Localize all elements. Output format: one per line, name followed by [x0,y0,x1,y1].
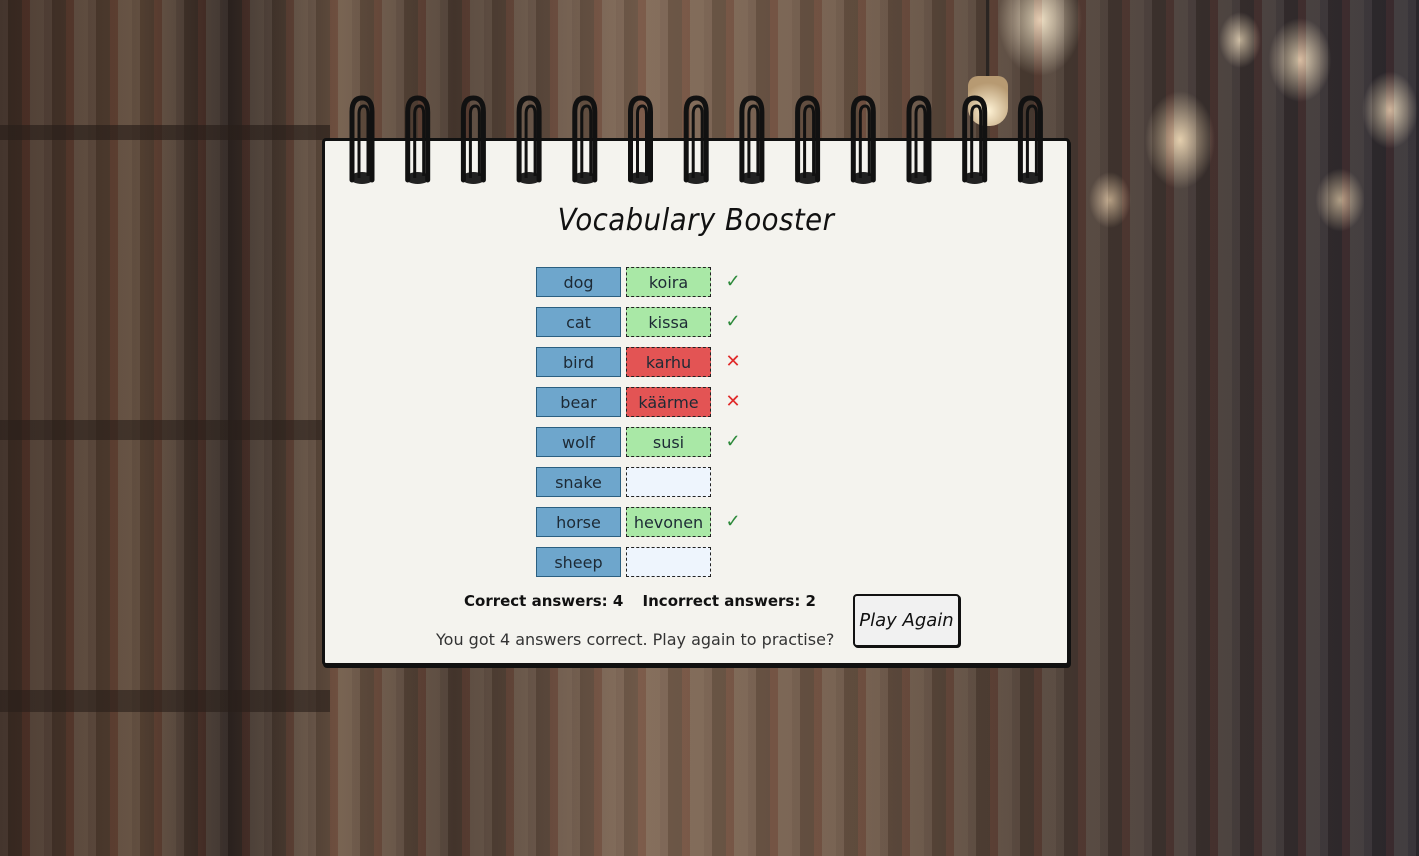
english-word[interactable]: cat [536,307,621,337]
score-summary: Correct answers: 4 Incorrect answers: 2 [464,592,830,610]
lamp-bulb [968,76,1008,126]
english-word[interactable]: horse [536,507,621,537]
english-word[interactable]: snake [536,467,621,497]
notebook-card: Vocabulary Booster dog koira ✓ cat kissa ✓ bir… [322,138,1070,666]
check-icon: ✓ [725,271,741,291]
english-word[interactable]: wolf [536,427,621,457]
answer-dropzone[interactable]: käärme [626,387,711,417]
answer-dropzone[interactable]: susi [626,427,711,457]
result-message: You got 4 answers correct. Play again to… [436,630,835,649]
english-word[interactable]: sheep [536,547,621,577]
cross-icon: ✕ [725,391,741,411]
answer-dropzone[interactable]: karhu [626,347,711,377]
english-word[interactable]: bear [536,387,621,417]
answer-dropzone[interactable]: koira [626,267,711,297]
page-title: Vocabulary Booster [557,203,835,238]
answer-dropzone[interactable] [626,547,711,577]
answer-dropzone[interactable] [626,467,711,497]
correct-count: Correct answers: 4 [464,592,624,610]
check-icon: ✓ [725,511,741,531]
lamp-cord [986,0,989,80]
cross-icon: ✕ [725,351,741,371]
incorrect-count: Incorrect answers: 2 [642,592,816,610]
play-again-button[interactable]: Play Again [853,594,960,647]
answer-dropzone[interactable]: kissa [626,307,711,337]
check-icon: ✓ [725,431,741,451]
english-word[interactable]: dog [536,267,621,297]
answer-dropzone[interactable]: hevonen [626,507,711,537]
english-word[interactable]: bird [536,347,621,377]
check-icon: ✓ [725,311,741,331]
